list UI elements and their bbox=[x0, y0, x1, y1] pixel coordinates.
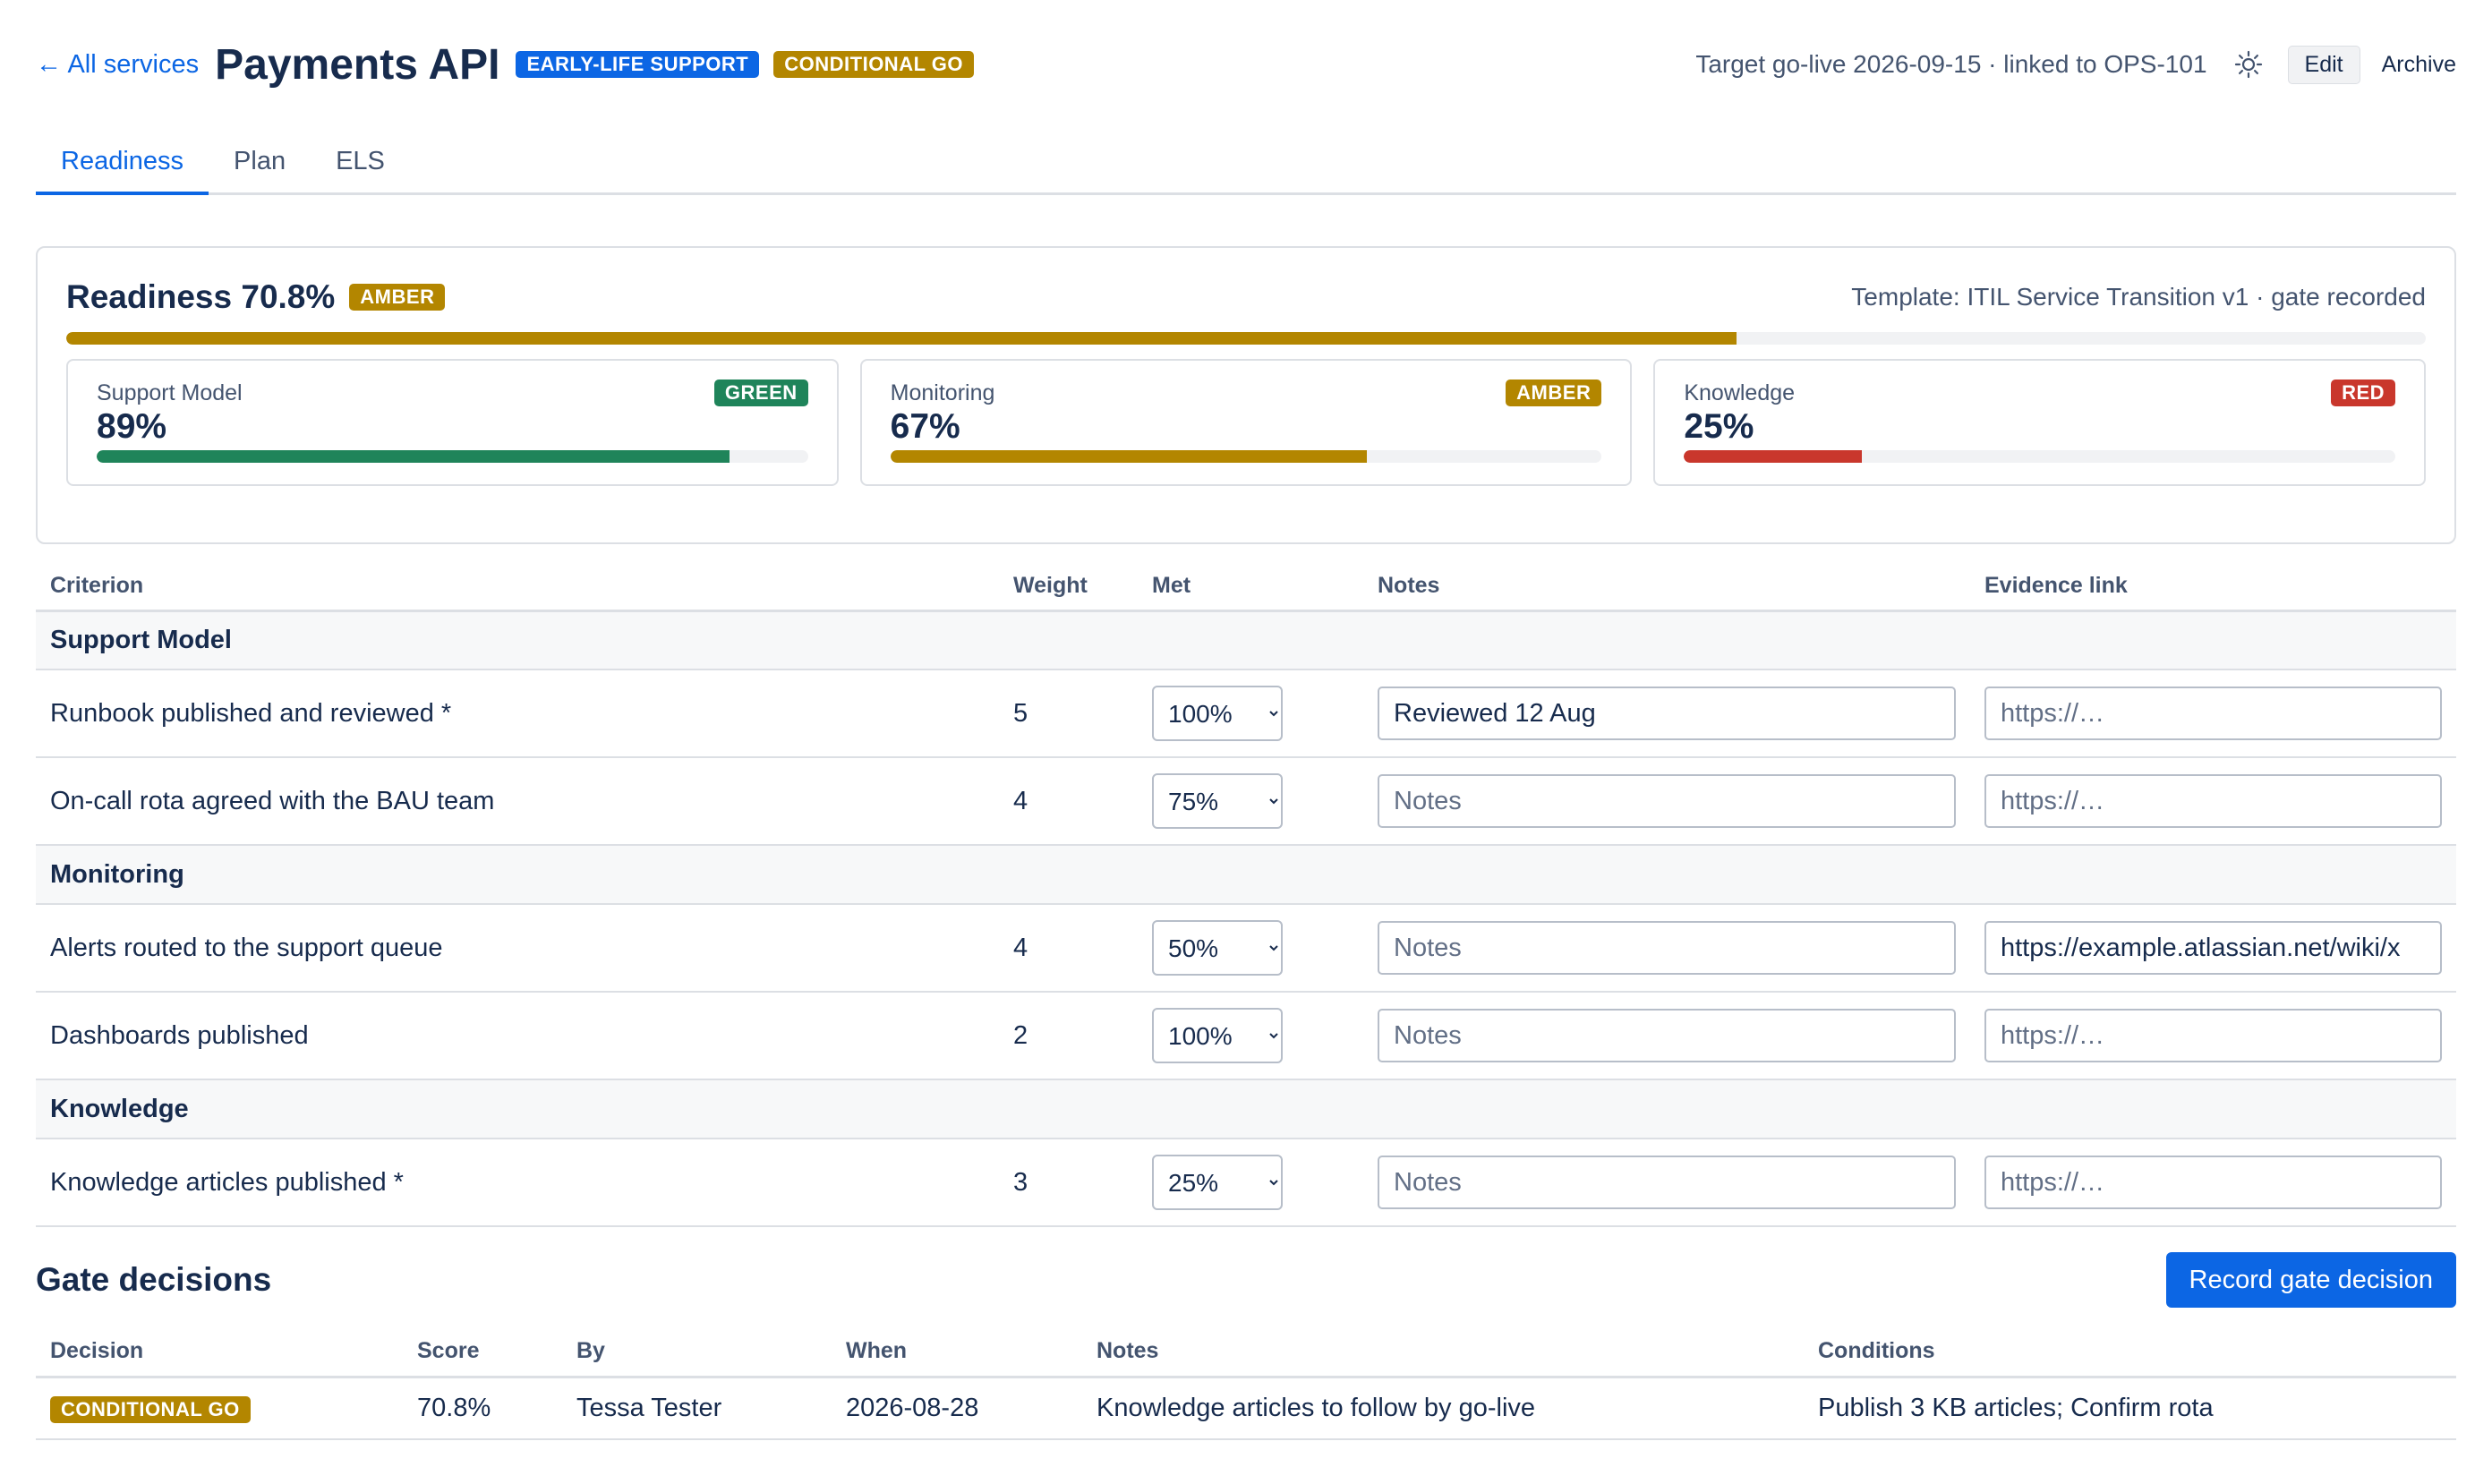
decision-badge: CONDITIONAL GO bbox=[50, 1395, 251, 1423]
decision-badge: CONDITIONAL GO bbox=[773, 51, 974, 78]
col-criterion: Criterion bbox=[36, 562, 999, 612]
category-status-badge: RED bbox=[2331, 380, 2396, 406]
evidence-input[interactable] bbox=[1984, 687, 2442, 740]
criterion-row: On-call rota agreed with the BAU team 4 … bbox=[36, 757, 2456, 846]
notes-input[interactable] bbox=[1378, 687, 1956, 740]
col-decision: Decision bbox=[36, 1326, 403, 1378]
archive-button[interactable]: Archive bbox=[2382, 47, 2456, 83]
category-percent: 89% bbox=[97, 407, 167, 446]
category-label: Knowledge bbox=[1684, 380, 1796, 405]
criterion-name: On-call rota agreed with the BAU team bbox=[36, 757, 999, 846]
els-badge: EARLY-LIFE SUPPORT bbox=[516, 51, 760, 78]
gate-decisions-title: Gate decisions bbox=[36, 1261, 272, 1298]
criterion-row: Knowledge articles published * 3 25% bbox=[36, 1139, 2456, 1227]
evidence-input[interactable] bbox=[1984, 1009, 2442, 1062]
gate-decision-row: CONDITIONAL GO 70.8% Tessa Tester 2026-0… bbox=[36, 1377, 2456, 1440]
category-status-badge: GREEN bbox=[713, 380, 808, 406]
criterion-row: Runbook published and reviewed * 5 100% bbox=[36, 670, 2456, 758]
criterion-name: Dashboards published bbox=[36, 992, 999, 1080]
category-percent: 67% bbox=[890, 407, 960, 446]
criterion-name: Knowledge articles published * bbox=[36, 1139, 999, 1227]
criterion-weight: 4 bbox=[999, 904, 1138, 993]
tab-els[interactable]: ELS bbox=[311, 134, 410, 192]
decision-by: Tessa Tester bbox=[562, 1377, 832, 1440]
readiness-status-badge: AMBER bbox=[349, 284, 446, 311]
criterion-weight: 2 bbox=[999, 992, 1138, 1080]
group-label: Knowledge bbox=[36, 1079, 2456, 1139]
criteria-table: Criterion Weight Met Notes Evidence link… bbox=[36, 562, 2456, 1227]
category-progress-fill bbox=[1684, 450, 1862, 463]
criterion-weight: 3 bbox=[999, 1139, 1138, 1227]
category-label: Support Model bbox=[97, 380, 243, 405]
gate-decisions-header: Gate decisions Record gate decision bbox=[36, 1251, 2456, 1309]
col-when: When bbox=[832, 1326, 1082, 1378]
tab-plan[interactable]: Plan bbox=[209, 134, 311, 192]
col-conditions: Conditions bbox=[1804, 1326, 2456, 1378]
all-services-link[interactable]: ← All services bbox=[36, 50, 199, 80]
category-percent: 25% bbox=[1684, 407, 1754, 446]
service-page: ← All services Payments API EARLY-LIFE S… bbox=[0, 0, 2492, 1484]
group-row: Knowledge bbox=[36, 1079, 2456, 1139]
notes-input[interactable] bbox=[1378, 1156, 1956, 1209]
criterion-name: Runbook published and reviewed * bbox=[36, 670, 999, 758]
target-go-live: Target go-live 2026-09-15 · linked to OP… bbox=[1695, 50, 2207, 78]
page-header: ← All services Payments API EARLY-LIFE S… bbox=[36, 32, 2456, 97]
category-status-badge: AMBER bbox=[1506, 380, 1602, 406]
met-select[interactable]: 75% bbox=[1152, 773, 1283, 829]
col-met: Met bbox=[1138, 562, 1363, 612]
col-notes: Notes bbox=[1363, 562, 1970, 612]
evidence-input[interactable] bbox=[1984, 774, 2442, 828]
decision-conditions: Publish 3 KB articles; Confirm rota bbox=[1804, 1377, 2456, 1440]
group-row: Monitoring bbox=[36, 845, 2456, 905]
criterion-weight: 4 bbox=[999, 757, 1138, 846]
col-by: By bbox=[562, 1326, 832, 1378]
category-card-support-model: Support Model GREEN 89% bbox=[66, 359, 839, 486]
group-row: Support Model bbox=[36, 610, 2456, 670]
category-progress-bar bbox=[97, 450, 808, 463]
col-evidence: Evidence link bbox=[1970, 562, 2456, 612]
category-card-knowledge: Knowledge RED 25% bbox=[1653, 359, 2427, 486]
decision-notes: Knowledge articles to follow by go-live bbox=[1082, 1377, 1804, 1440]
sun-icon[interactable] bbox=[2232, 48, 2265, 81]
criterion-weight: 5 bbox=[999, 670, 1138, 758]
col-notes: Notes bbox=[1082, 1326, 1804, 1378]
criterion-row: Dashboards published 2 100% bbox=[36, 992, 2456, 1080]
category-card-monitoring: Monitoring AMBER 67% bbox=[859, 359, 1633, 486]
met-select[interactable]: 25% bbox=[1152, 1155, 1283, 1210]
notes-input[interactable] bbox=[1378, 1009, 1956, 1062]
decision-when: 2026-08-28 bbox=[832, 1377, 1082, 1440]
met-select[interactable]: 100% bbox=[1152, 686, 1283, 741]
notes-input[interactable] bbox=[1378, 921, 1956, 975]
decision-score: 70.8% bbox=[403, 1377, 562, 1440]
category-label: Monitoring bbox=[890, 380, 995, 405]
page-title: Payments API bbox=[215, 40, 500, 89]
template-info: Template: ITIL Service Transition v1 · g… bbox=[1851, 283, 2426, 311]
criterion-name: Alerts routed to the support queue bbox=[36, 904, 999, 993]
col-score: Score bbox=[403, 1326, 562, 1378]
readiness-card: Readiness 70.8% AMBER Template: ITIL Ser… bbox=[36, 246, 2456, 544]
group-label: Monitoring bbox=[36, 845, 2456, 905]
category-progress-bar bbox=[890, 450, 1602, 463]
evidence-input[interactable] bbox=[1984, 921, 2442, 975]
tab-readiness[interactable]: Readiness bbox=[36, 134, 209, 195]
category-progress-fill bbox=[97, 450, 730, 463]
gate-decisions-table: Decision Score By When Notes Conditions … bbox=[36, 1326, 2456, 1440]
readiness-progress-fill bbox=[66, 332, 1737, 345]
notes-input[interactable] bbox=[1378, 774, 1956, 828]
readiness-score: Readiness 70.8% bbox=[66, 278, 336, 315]
met-select[interactable]: 50% bbox=[1152, 920, 1283, 976]
group-label: Support Model bbox=[36, 610, 2456, 670]
record-gate-decision-button[interactable]: Record gate decision bbox=[2165, 1252, 2456, 1308]
edit-button[interactable]: Edit bbox=[2287, 45, 2360, 84]
criterion-row: Alerts routed to the support queue 4 50% bbox=[36, 904, 2456, 993]
header-actions: Target go-live 2026-09-15 · linked to OP… bbox=[1695, 45, 2456, 84]
col-weight: Weight bbox=[999, 562, 1138, 612]
met-select[interactable]: 100% bbox=[1152, 1008, 1283, 1063]
category-progress-fill bbox=[890, 450, 1368, 463]
readiness-progress-bar bbox=[66, 332, 2426, 345]
tab-bar: Readiness Plan ELS bbox=[36, 134, 2456, 195]
evidence-input[interactable] bbox=[1984, 1156, 2442, 1209]
category-progress-bar bbox=[1684, 450, 2396, 463]
